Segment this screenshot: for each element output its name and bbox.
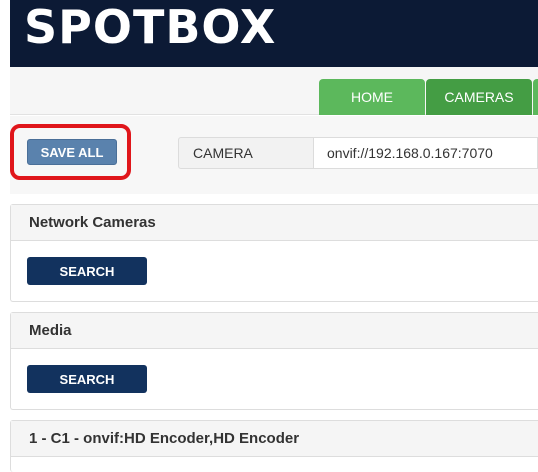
tab-home[interactable]: HOME	[319, 79, 425, 115]
device-panel: 1 - C1 - onvif:HD Encoder,HD Encoder	[10, 420, 538, 472]
save-all-button[interactable]: SAVE ALL	[27, 139, 117, 165]
spotbox-logo: SPOTBOX	[24, 0, 277, 54]
nav-bar: HOME CAMERAS	[10, 67, 538, 115]
app-header: SPOTBOX	[0, 0, 538, 67]
camera-field-label: CAMERA	[178, 137, 314, 169]
device-heading[interactable]: 1 - C1 - onvif:HD Encoder,HD Encoder	[11, 421, 538, 457]
network-cameras-heading: Network Cameras	[11, 205, 538, 241]
media-panel: Media SEARCH	[10, 312, 538, 410]
tab-cameras[interactable]: CAMERAS	[426, 79, 532, 115]
camera-url-input[interactable]: onvif://192.168.0.167:7070	[314, 137, 538, 169]
media-heading: Media	[11, 313, 538, 349]
media-search-button[interactable]: SEARCH	[27, 365, 147, 393]
network-cameras-panel: Network Cameras SEARCH	[10, 204, 538, 302]
tab-next-partial[interactable]	[533, 79, 538, 115]
network-cameras-search-button[interactable]: SEARCH	[27, 257, 147, 285]
